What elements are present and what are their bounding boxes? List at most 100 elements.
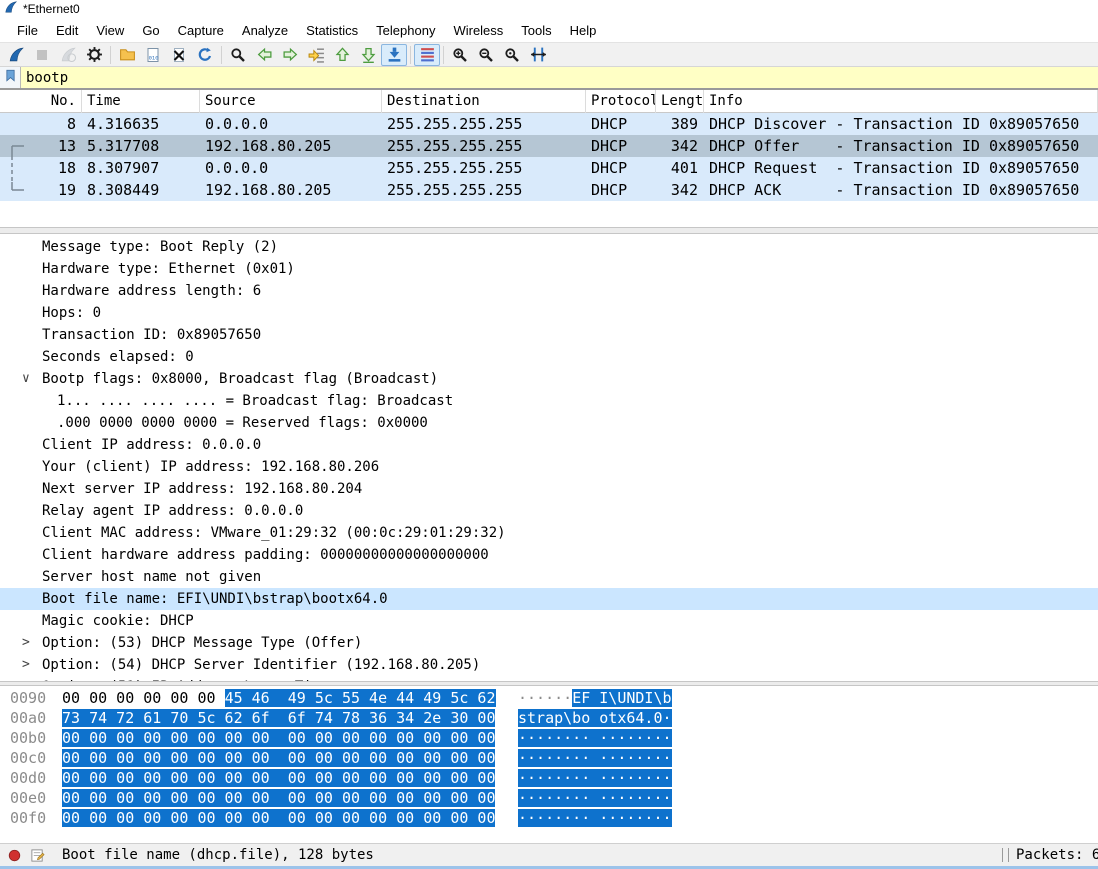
close-file-icon (171, 47, 187, 63)
hex-ascii[interactable]: strap\bo otx64.0· (518, 708, 672, 728)
go-first-packet-button[interactable] (329, 44, 355, 66)
capture-comment-icon[interactable] (30, 848, 45, 868)
stop-capture-button[interactable] (29, 44, 55, 66)
detail-line[interactable]: Server host name not given (0, 566, 1098, 588)
display-filter-input[interactable]: bootp (21, 67, 1098, 88)
detail-line[interactable]: 1... .... .... .... = Broadcast flag: Br… (0, 390, 1098, 412)
hex-row-00f0[interactable]: 00f000 00 00 00 00 00 00 00 00 00 00 00 … (0, 808, 1098, 828)
detail-line[interactable]: Your (client) IP address: 192.168.80.206 (0, 456, 1098, 478)
resize-columns-button[interactable] (525, 44, 551, 66)
expander-open-icon[interactable]: ∨ (22, 368, 36, 390)
detail-line[interactable]: Hardware type: Ethernet (0x01) (0, 258, 1098, 280)
detail-line[interactable]: ∨Bootp flags: 0x8000, Broadcast flag (Br… (0, 368, 1098, 390)
go-to-packet-button[interactable] (303, 44, 329, 66)
packet-row-18[interactable]: 188.3079070.0.0.0255.255.255.255DHCP401D… (0, 157, 1098, 179)
open-file-icon (119, 46, 136, 63)
hex-bytes[interactable]: 00 00 00 00 00 00 00 00 00 00 00 00 00 0… (62, 748, 495, 768)
close-file-button[interactable] (166, 44, 192, 66)
expert-info-icon[interactable] (8, 849, 21, 867)
toolbar-separator (443, 46, 444, 64)
hex-bytes[interactable]: 73 74 72 61 70 5c 62 6f 6f 74 78 36 34 2… (62, 708, 495, 728)
detail-line[interactable]: Magic cookie: DHCP (0, 610, 1098, 632)
expander-closed-icon[interactable]: > (22, 654, 36, 676)
column-header-info[interactable]: Info (704, 90, 1098, 113)
packet-row-19[interactable]: 198.308449192.168.80.205255.255.255.255D… (0, 179, 1098, 201)
menu-statistics[interactable]: Statistics (297, 20, 367, 41)
column-header-no[interactable]: No. (0, 90, 82, 113)
hex-bytes[interactable]: 00 00 00 00 00 00 45 46 49 5c 55 4e 44 4… (62, 688, 496, 708)
expander-closed-icon[interactable]: > (22, 632, 36, 654)
menu-telephony[interactable]: Telephony (367, 20, 444, 41)
menu-file[interactable]: File (8, 20, 47, 41)
detail-line[interactable]: Client MAC address: VMware_01:29:32 (00:… (0, 522, 1098, 544)
column-header-source[interactable]: Source (200, 90, 382, 113)
start-capture-button[interactable] (3, 44, 29, 66)
hex-bytes[interactable]: 00 00 00 00 00 00 00 00 00 00 00 00 00 0… (62, 808, 495, 828)
hex-ascii[interactable]: ······EF I\UNDI\b (518, 688, 672, 708)
go-last-packet-button[interactable] (355, 44, 381, 66)
hex-row-00c0[interactable]: 00c000 00 00 00 00 00 00 00 00 00 00 00 … (0, 748, 1098, 768)
hex-bytes[interactable]: 00 00 00 00 00 00 00 00 00 00 00 00 00 0… (62, 788, 495, 808)
toolbar-separator (110, 46, 111, 64)
menu-analyze[interactable]: Analyze (233, 20, 297, 41)
detail-line[interactable]: Boot file name: EFI\UNDI\bstrap\bootx64.… (0, 588, 1098, 610)
hex-ascii[interactable]: ········ ········ (518, 768, 672, 788)
hex-row-00a0[interactable]: 00a073 74 72 61 70 5c 62 6f 6f 74 78 36 … (0, 708, 1098, 728)
column-header-destination[interactable]: Destination (382, 90, 586, 113)
detail-line[interactable]: Hops: 0 (0, 302, 1098, 324)
menu-go[interactable]: Go (133, 20, 168, 41)
save-file-button[interactable]: 010 (140, 44, 166, 66)
menu-edit[interactable]: Edit (47, 20, 87, 41)
packet-list-body: 84.3166350.0.0.0255.255.255.255DHCP389DH… (0, 113, 1098, 201)
zoom-reset-icon (504, 47, 520, 63)
find-packet-button[interactable] (225, 44, 251, 66)
detail-line[interactable]: Message type: Boot Reply (2) (0, 236, 1098, 258)
detail-line[interactable]: Client IP address: 0.0.0.0 (0, 434, 1098, 456)
hex-ascii[interactable]: ········ ········ (518, 728, 672, 748)
packet-row-13[interactable]: 135.317708192.168.80.205255.255.255.255D… (0, 135, 1098, 157)
detail-line[interactable]: .000 0000 0000 0000 = Reserved flags: 0x… (0, 412, 1098, 434)
capture-options-button[interactable] (81, 44, 107, 66)
detail-line[interactable]: >Option: (53) DHCP Message Type (Offer) (0, 632, 1098, 654)
zoom-in-button[interactable] (447, 44, 473, 66)
reload-file-button[interactable] (192, 44, 218, 66)
detail-line[interactable]: Client hardware address padding: 0000000… (0, 544, 1098, 566)
hex-ascii[interactable]: ········ ········ (518, 788, 672, 808)
colorize-packets-button[interactable] (414, 44, 440, 66)
detail-line[interactable]: >Option: (54) DHCP Server Identifier (19… (0, 654, 1098, 676)
zoom-out-button[interactable] (473, 44, 499, 66)
detail-line[interactable]: Seconds elapsed: 0 (0, 346, 1098, 368)
menu-wireless[interactable]: Wireless (444, 20, 512, 41)
menu-help[interactable]: Help (561, 20, 606, 41)
menu-view[interactable]: View (87, 20, 133, 41)
packet-row-8[interactable]: 84.3166350.0.0.0255.255.255.255DHCP389DH… (0, 113, 1098, 135)
cell-src: 192.168.80.205 (200, 179, 382, 201)
hex-row-00e0[interactable]: 00e000 00 00 00 00 00 00 00 00 00 00 00 … (0, 788, 1098, 808)
hex-row-00d0[interactable]: 00d000 00 00 00 00 00 00 00 00 00 00 00 … (0, 768, 1098, 788)
detail-line[interactable]: Transaction ID: 0x89057650 (0, 324, 1098, 346)
hex-row-00b0[interactable]: 00b000 00 00 00 00 00 00 00 00 00 00 00 … (0, 728, 1098, 748)
zoom-reset-button[interactable] (499, 44, 525, 66)
hex-bytes[interactable]: 00 00 00 00 00 00 00 00 00 00 00 00 00 0… (62, 768, 495, 788)
open-file-button[interactable] (114, 44, 140, 66)
menu-tools[interactable]: Tools (512, 20, 560, 41)
detail-line[interactable]: Relay agent IP address: 0.0.0.0 (0, 500, 1098, 522)
statusbar-grip[interactable] (1002, 848, 1009, 862)
column-header-length[interactable]: Length (656, 90, 704, 113)
filter-bookmark-button[interactable] (0, 67, 21, 88)
column-header-time[interactable]: Time (82, 90, 200, 113)
menu-capture[interactable]: Capture (169, 20, 233, 41)
detail-line[interactable]: Next server IP address: 192.168.80.204 (0, 478, 1098, 500)
auto-scroll-button[interactable] (381, 44, 407, 66)
hex-row-0090[interactable]: 009000 00 00 00 00 00 45 46 49 5c 55 4e … (0, 688, 1098, 708)
go-forward-button[interactable] (277, 44, 303, 66)
hex-ascii[interactable]: ········ ········ (518, 748, 672, 768)
restart-capture-button[interactable] (55, 44, 81, 66)
cell-proto: DHCP (586, 157, 656, 179)
hex-ascii[interactable]: ········ ········ (518, 808, 672, 828)
hex-bytes[interactable]: 00 00 00 00 00 00 00 00 00 00 00 00 00 0… (62, 728, 495, 748)
detail-line[interactable]: Hardware address length: 6 (0, 280, 1098, 302)
pane-splitter[interactable] (0, 227, 1098, 234)
column-header-protocol[interactable]: Protocol (586, 90, 656, 113)
go-back-button[interactable] (251, 44, 277, 66)
